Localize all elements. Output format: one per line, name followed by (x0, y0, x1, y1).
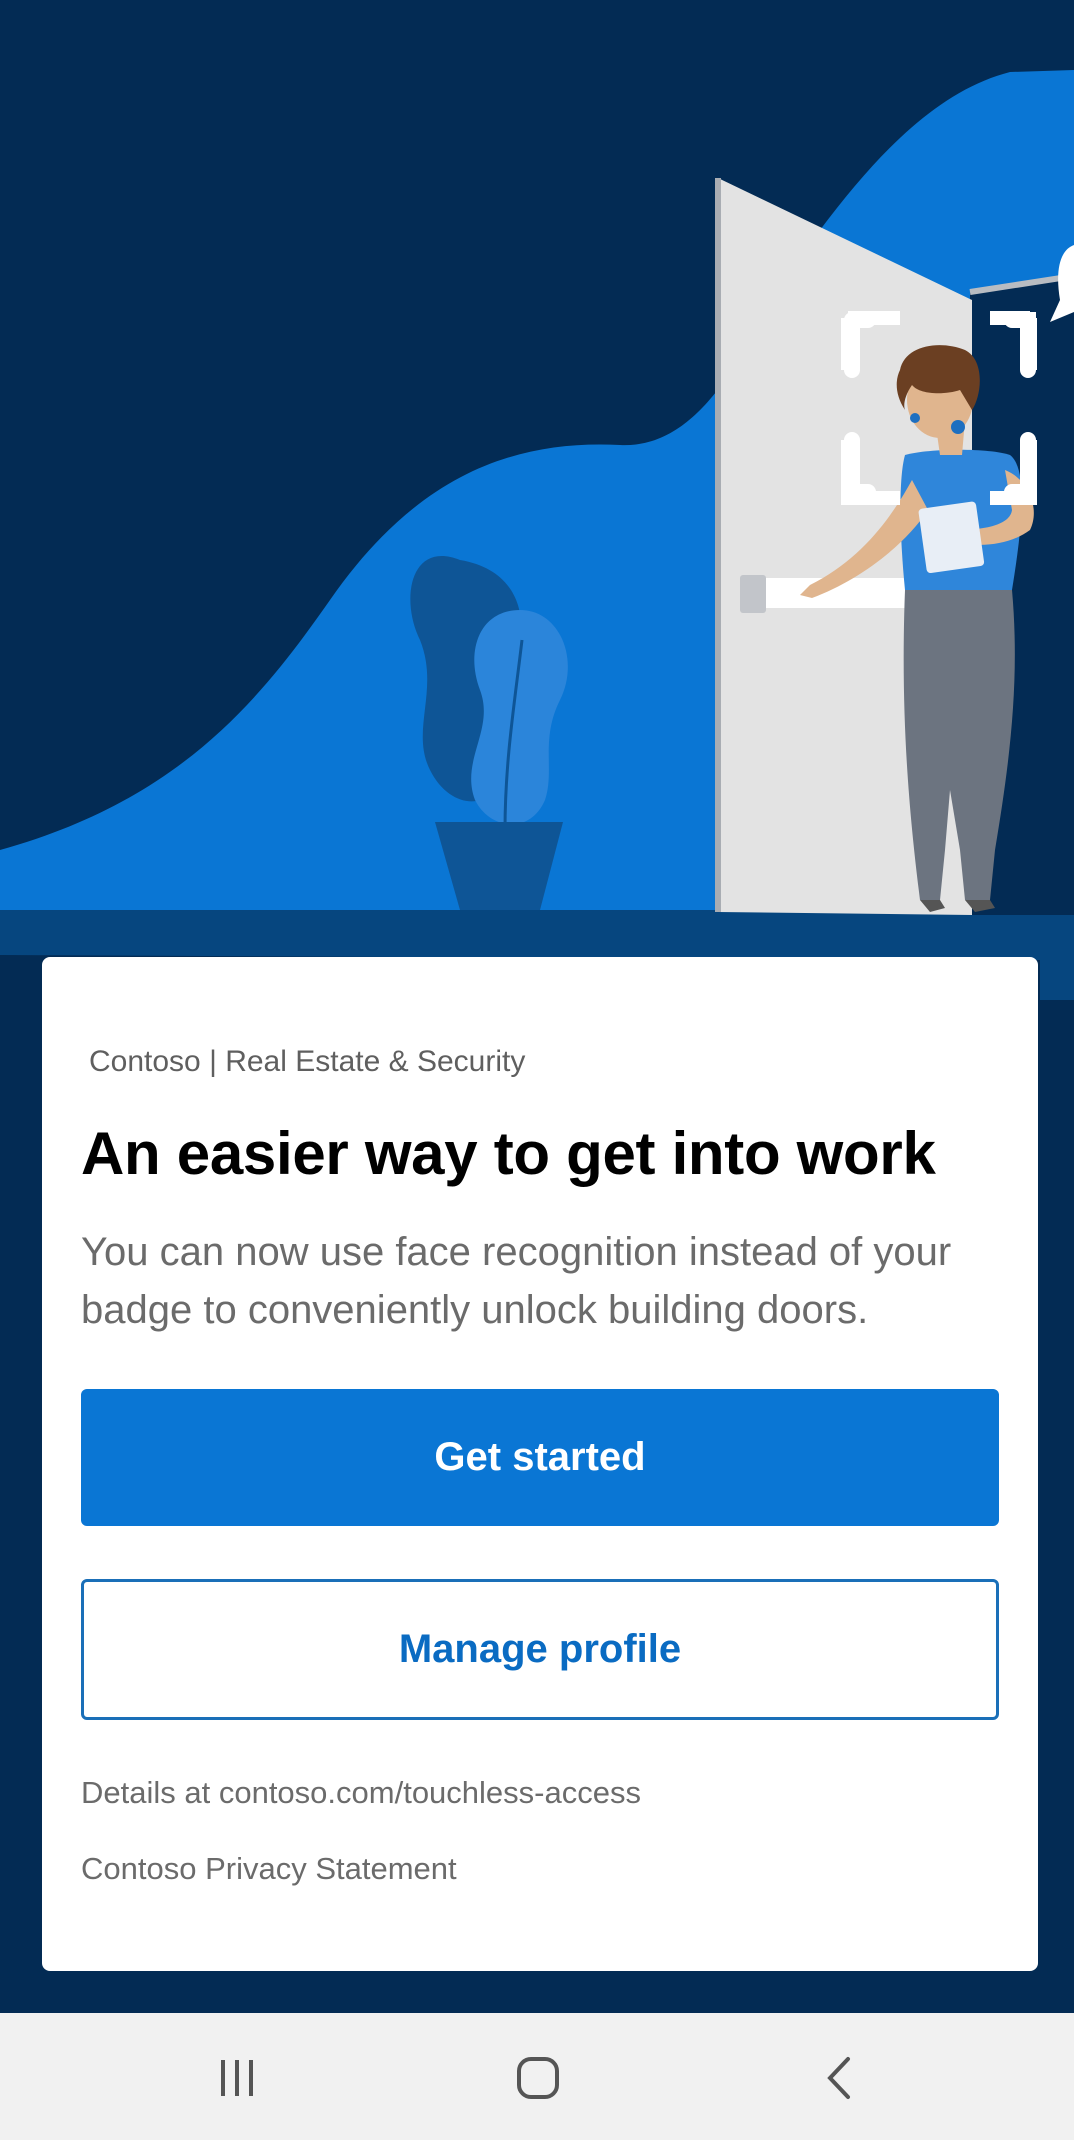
hero-illustration (0, 0, 1074, 1000)
recents-icon[interactable] (197, 2043, 277, 2113)
get-started-button[interactable]: Get started (81, 1389, 999, 1526)
privacy-statement-link[interactable]: Contoso Privacy Statement (81, 1851, 457, 1887)
manage-profile-button[interactable]: Manage profile (81, 1579, 999, 1720)
onboarding-card: Contoso | Real Estate & Security An easi… (42, 957, 1038, 1971)
page-title: An easier way to get into work (81, 1120, 936, 1187)
description-text: You can now use face recognition instead… (81, 1230, 952, 1332)
back-icon[interactable] (800, 2043, 880, 2113)
system-navigation-bar (0, 2013, 1074, 2140)
details-link[interactable]: Details at contoso.com/touchless-access (81, 1775, 641, 1811)
org-label: Contoso | Real Estate & Security (89, 1045, 526, 1078)
home-icon[interactable] (498, 2043, 578, 2113)
